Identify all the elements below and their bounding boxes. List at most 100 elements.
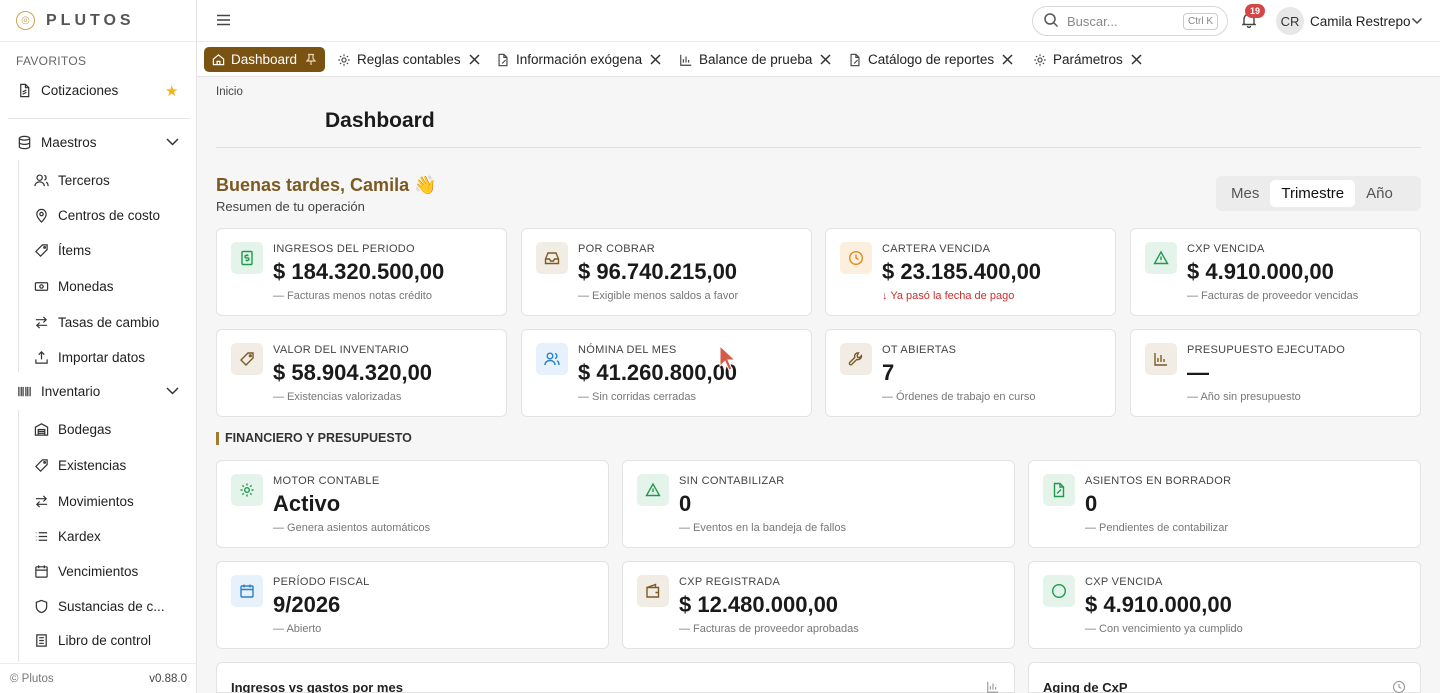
period-option-mes[interactable]: Mes bbox=[1220, 180, 1270, 207]
period-option-trimestre[interactable]: Trimestre bbox=[1270, 180, 1356, 207]
kpi-subtext: — Órdenes de trabajo en curso bbox=[882, 391, 1036, 403]
menu-icon[interactable] bbox=[216, 13, 231, 30]
favorite-item-cotizaciones[interactable]: Cotizaciones bbox=[16, 82, 118, 98]
sidebar-item-label: Sustancias de c... bbox=[58, 598, 165, 614]
period-option-ano[interactable]: Año bbox=[1355, 180, 1404, 207]
app-logo[interactable]: ◎ PLUTOS bbox=[0, 0, 196, 42]
kpi-value: $ 41.260.800,00 bbox=[578, 360, 738, 385]
kpi-card-nomina[interactable]: NÓMINA DEL MES $ 41.260.800,00 — Sin cor… bbox=[521, 329, 812, 417]
inbox-icon bbox=[536, 242, 568, 274]
circle-icon bbox=[1043, 575, 1075, 607]
close-icon[interactable] bbox=[820, 54, 831, 65]
kpi-subtext-alert: ↓ Ya pasó la fecha de pago bbox=[882, 290, 1014, 302]
sidebar-group-inventario[interactable]: Inventario bbox=[16, 383, 100, 399]
kpi-value: $ 4.910.000,00 bbox=[1187, 259, 1334, 284]
finance-card-periodo-fiscal[interactable]: PERÍODO FISCAL 9/2026 — Abierto bbox=[216, 561, 609, 649]
search-box[interactable]: Buscar... Ctrl K bbox=[1032, 6, 1228, 36]
page-title: Dashboard bbox=[325, 109, 435, 132]
pin-icon[interactable] bbox=[305, 53, 317, 66]
tab-label: Dashboard bbox=[231, 52, 298, 67]
greeting: Buenas tardes, Camila 👋 bbox=[216, 175, 437, 195]
sidebar-item-kardex[interactable]: Kardex bbox=[33, 528, 101, 544]
tab-parametros[interactable]: Parámetros bbox=[1033, 47, 1142, 72]
sidebar-item-vencimientos[interactable]: Vencimientos bbox=[33, 563, 138, 579]
sidebar-group-label: Maestros bbox=[41, 134, 97, 150]
calendar-icon bbox=[231, 575, 263, 607]
sidebar-item-importar-datos[interactable]: Importar datos bbox=[33, 349, 145, 365]
kpi-subtext: Ya pasó la fecha de pago bbox=[890, 290, 1015, 302]
finance-card-asientos-borrador[interactable]: ASIENTOS EN BORRADOR 0 — Pendientes de c… bbox=[1028, 460, 1421, 548]
section-header: FINANCIERO Y PRESUPUESTO bbox=[216, 431, 412, 445]
sidebar-item-centros-de-costo[interactable]: Centros de costo bbox=[33, 207, 160, 223]
favorite-item-label: Cotizaciones bbox=[41, 82, 119, 98]
search-input[interactable]: Buscar... bbox=[1067, 14, 1183, 29]
book-icon bbox=[33, 632, 49, 648]
breadcrumb[interactable]: Inicio bbox=[216, 86, 243, 98]
tab-balance-de-prueba[interactable]: Balance de prueba bbox=[679, 47, 831, 72]
kpi-subtext: — Facturas menos notas crédito bbox=[273, 290, 432, 302]
arrow-down-icon: ↓ bbox=[882, 290, 888, 302]
favorites-title: FAVORITOS bbox=[16, 54, 87, 68]
tab-catalogo-de-reportes[interactable]: Catálogo de reportes bbox=[848, 47, 1013, 72]
kpi-card-cxp-vencida[interactable]: CXP VENCIDA $ 4.910.000,00 — Facturas de… bbox=[1130, 228, 1421, 316]
sidebar-item-existencias[interactable]: Existencias bbox=[33, 457, 126, 473]
kpi-card-presupuesto[interactable]: PRESUPUESTO EJECUTADO — — Año sin presup… bbox=[1130, 329, 1421, 417]
kpi-value: $ 4.910.000,00 bbox=[1085, 592, 1232, 617]
panel-title: Ingresos vs gastos por mes bbox=[231, 680, 403, 693]
star-icon[interactable]: ★ bbox=[165, 82, 178, 100]
kpi-card-cartera-vencida[interactable]: CARTERA VENCIDA $ 23.185.400,00 ↓ Ya pas… bbox=[825, 228, 1116, 316]
kpi-label: CARTERA VENCIDA bbox=[882, 243, 991, 255]
sidebar-item-libro-de-control[interactable]: Libro de control bbox=[33, 632, 151, 648]
sidebar-item-label: Kardex bbox=[58, 528, 101, 544]
tab-dashboard[interactable]: Dashboard bbox=[204, 47, 326, 72]
kpi-value: 0 bbox=[679, 491, 692, 516]
users-icon bbox=[536, 343, 568, 375]
finance-card-cxp-vencida[interactable]: CXP VENCIDA $ 4.910.000,00 — Con vencimi… bbox=[1028, 561, 1421, 649]
sidebar-item-tasas-de-cambio[interactable]: Tasas de cambio bbox=[33, 314, 159, 330]
tab-label: Parámetros bbox=[1053, 52, 1123, 67]
kpi-subtext: — Sin corridas cerradas bbox=[578, 391, 696, 403]
logo-mark-icon: ◎ bbox=[16, 11, 35, 30]
kpi-label: MOTOR CONTABLE bbox=[273, 475, 380, 487]
kpi-card-ingresos[interactable]: INGRESOS DEL PERIODO $ 184.320.500,00 — … bbox=[216, 228, 507, 316]
close-icon[interactable] bbox=[1002, 54, 1013, 65]
kpi-card-ot-abiertas[interactable]: OT ABIERTAS 7 — Órdenes de trabajo en cu… bbox=[825, 329, 1116, 417]
sidebar-group-maestros[interactable]: Maestros bbox=[16, 134, 97, 150]
chevron-down-icon[interactable] bbox=[165, 136, 180, 151]
warehouse-icon bbox=[33, 421, 49, 437]
sidebar-item-monedas[interactable]: Monedas bbox=[33, 278, 114, 294]
kpi-subtext: — Eventos en la bandeja de fallos bbox=[679, 522, 846, 534]
tab-informacion-exogena[interactable]: Información exógena bbox=[496, 47, 661, 72]
chevron-down-icon[interactable] bbox=[165, 385, 180, 400]
close-icon[interactable] bbox=[1131, 54, 1142, 65]
sidebar-item-sustancias[interactable]: Sustancias de c... bbox=[33, 598, 165, 614]
kpi-subtext: — Pendientes de contabilizar bbox=[1085, 522, 1229, 534]
sidebar-item-items[interactable]: Ítems bbox=[33, 242, 91, 258]
sidebar-item-movimientos[interactable]: Movimientos bbox=[33, 493, 134, 509]
user-name[interactable]: Camila Restrepo bbox=[1310, 14, 1411, 29]
close-icon[interactable] bbox=[650, 54, 661, 65]
finance-card-sin-contabilizar[interactable]: SIN CONTABILIZAR 0 — Eventos en la bande… bbox=[622, 460, 1015, 548]
finance-card-cxp-registrada[interactable]: CXP REGISTRADA $ 12.480.000,00 — Factura… bbox=[622, 561, 1015, 649]
kpi-card-por-cobrar[interactable]: POR COBRAR $ 96.740.215,00 — Exigible me… bbox=[521, 228, 812, 316]
finance-card-motor-contable[interactable]: MOTOR CONTABLE Activo — Genera asientos … bbox=[216, 460, 609, 548]
sidebar-item-bodegas[interactable]: Bodegas bbox=[33, 421, 111, 437]
kpi-value: $ 58.904.320,00 bbox=[273, 360, 433, 385]
tab-reglas-contables[interactable]: Reglas contables bbox=[337, 47, 480, 72]
app-version: v0.88.0 bbox=[149, 672, 187, 685]
greeting-subtitle: Resumen de tu operación bbox=[216, 199, 365, 214]
shield-icon bbox=[33, 598, 49, 614]
notification-badge: 19 bbox=[1245, 4, 1266, 18]
avatar[interactable]: CR bbox=[1276, 7, 1304, 35]
sidebar-item-label: Terceros bbox=[58, 172, 110, 188]
sidebar-divider bbox=[8, 118, 190, 119]
list-icon bbox=[33, 528, 49, 544]
sidebar-item-label: Centros de costo bbox=[58, 207, 161, 223]
kpi-card-inventario[interactable]: VALOR DEL INVENTARIO $ 58.904.320,00 — E… bbox=[216, 329, 507, 417]
close-icon[interactable] bbox=[469, 54, 480, 65]
chevron-down-icon[interactable] bbox=[1411, 14, 1423, 29]
kpi-value: 7 bbox=[882, 360, 895, 385]
sidebar-item-terceros[interactable]: Terceros bbox=[33, 172, 110, 188]
file-edit-icon bbox=[848, 53, 862, 67]
kpi-label: CXP VENCIDA bbox=[1085, 576, 1163, 588]
